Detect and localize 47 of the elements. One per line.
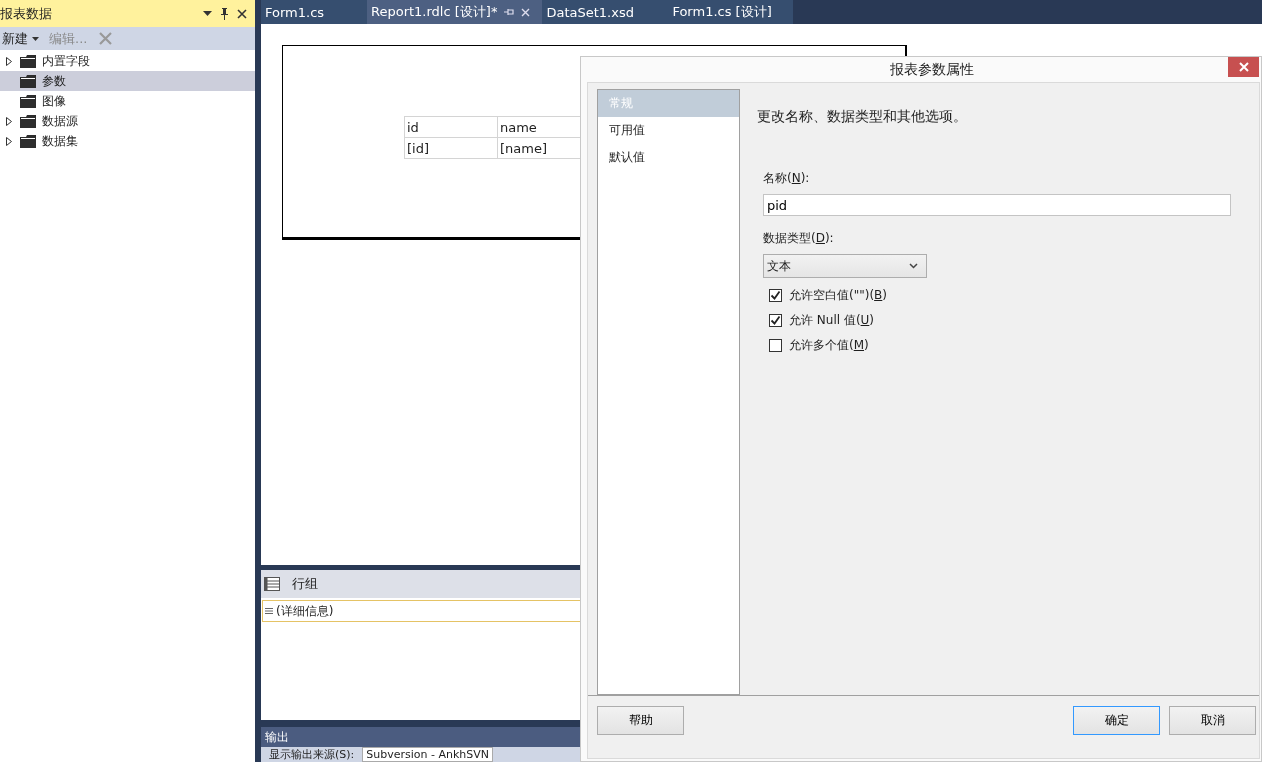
folder-icon — [20, 114, 36, 128]
cancel-button[interactable]: 取消 — [1169, 706, 1256, 735]
pin-icon[interactable] — [220, 7, 229, 20]
tree-item[interactable]: 图像 — [0, 91, 255, 111]
document-tab[interactable]: Form1.cs — [261, 0, 367, 24]
tree-item[interactable]: 内置字段 — [0, 51, 255, 71]
close-icon — [1238, 62, 1249, 72]
table-cell: [id] — [404, 137, 498, 159]
type-dropdown[interactable]: 文本 — [763, 254, 927, 278]
tree-item[interactable]: 数据集 — [0, 131, 255, 151]
folder-icon — [20, 74, 36, 88]
chevron-icon — [909, 263, 918, 269]
document-tab[interactable]: Form1.cs [设计] — [668, 0, 784, 24]
close-button[interactable] — [1228, 57, 1259, 77]
help-button[interactable]: 帮助 — [597, 706, 684, 735]
checkbox-label: 允许 Null 值(U) — [789, 312, 875, 329]
dialog-title: 报表参数属性 — [890, 60, 974, 79]
source-dropdown[interactable]: Subversion - AnkhSVN — [362, 747, 494, 762]
checkbox-label: 允许多个值(M) — [789, 337, 869, 354]
folder-icon — [20, 54, 36, 68]
panel-title: 行组 — [292, 575, 318, 593]
checkbox[interactable] — [769, 339, 782, 352]
lines-icon — [265, 608, 273, 614]
table-icon — [264, 577, 280, 591]
table-cell: id — [404, 116, 498, 138]
checkbox[interactable] — [769, 314, 782, 327]
document-tab[interactable]: DataSet1.xsd — [542, 0, 669, 24]
nav-item[interactable]: 可用值 — [598, 117, 739, 144]
field-label: 显示输出来源(S): — [269, 747, 355, 762]
close-icon[interactable] — [237, 8, 247, 19]
checkbox[interactable] — [769, 289, 782, 302]
folder-icon — [20, 134, 36, 148]
panel-title: 报表数据 — [0, 4, 52, 23]
tree-item[interactable]: 参数 — [0, 71, 255, 91]
nav-item[interactable]: 默认值 — [598, 144, 739, 171]
expand-arrow-icon[interactable] — [6, 56, 12, 66]
folder-icon — [20, 94, 36, 108]
caret-icon — [32, 36, 39, 41]
ok-button[interactable]: 确定 — [1073, 706, 1160, 735]
dropdown-icon[interactable] — [203, 10, 212, 17]
name-field[interactable]: pid — [763, 194, 1231, 216]
section-heading: 更改名称、数据类型和其他选项。 — [757, 108, 967, 126]
tree-item[interactable]: 数据源 — [0, 111, 255, 131]
field-label: 数据类型(D): — [763, 230, 834, 247]
new-button[interactable]: 新建 — [0, 29, 41, 48]
field-label: 名称(N): — [763, 170, 810, 187]
checkbox-label: 允许空白值("")(B) — [789, 287, 887, 304]
